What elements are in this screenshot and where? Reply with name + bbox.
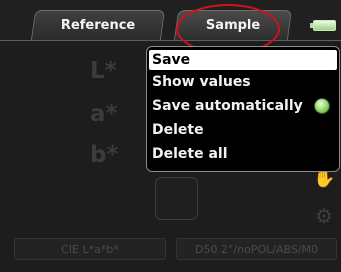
menu-item-delete-label: Delete	[152, 122, 204, 138]
toggle-on-indicator[interactable]	[315, 99, 329, 113]
menu-item-show-values-label: Show values	[152, 74, 251, 90]
tab-reference-label: Reference	[60, 18, 136, 33]
menu-item-delete-all-label: Delete all	[152, 146, 228, 162]
tab-divider	[0, 40, 341, 41]
color-swatch	[155, 177, 198, 220]
battery-icon	[310, 20, 336, 31]
menu-item-save[interactable]: Save	[149, 50, 337, 70]
tab-sample-label: Sample	[205, 18, 261, 33]
tab-bar: Reference Sample	[0, 0, 341, 42]
b-star-label: b*	[90, 142, 119, 168]
context-menu: Save Show values Save automatically Dele…	[146, 46, 340, 172]
menu-item-show-values[interactable]: Show values	[147, 70, 339, 94]
instrument-screen: Reference Sample L* a* b* ✋ ⚙ CIE L*a*b*…	[0, 0, 341, 272]
menu-item-delete[interactable]: Delete	[147, 118, 339, 142]
menu-item-save-automatically-label: Save automatically	[152, 98, 303, 114]
color-space-status: CIE L*a*b*	[14, 238, 166, 260]
menu-item-save-label: Save	[152, 52, 191, 68]
menu-item-delete-all[interactable]: Delete all	[147, 142, 339, 166]
measurement-conditions-status: D50 2°/noPOL/ABS/M0	[176, 238, 337, 260]
tab-reference[interactable]: Reference	[30, 10, 166, 40]
tab-sample[interactable]: Sample	[173, 10, 293, 40]
l-star-label: L*	[90, 58, 117, 84]
a-star-label: a*	[90, 101, 118, 127]
menu-item-save-automatically[interactable]: Save automatically	[147, 94, 339, 118]
gear-icon[interactable]: ⚙	[315, 204, 333, 228]
